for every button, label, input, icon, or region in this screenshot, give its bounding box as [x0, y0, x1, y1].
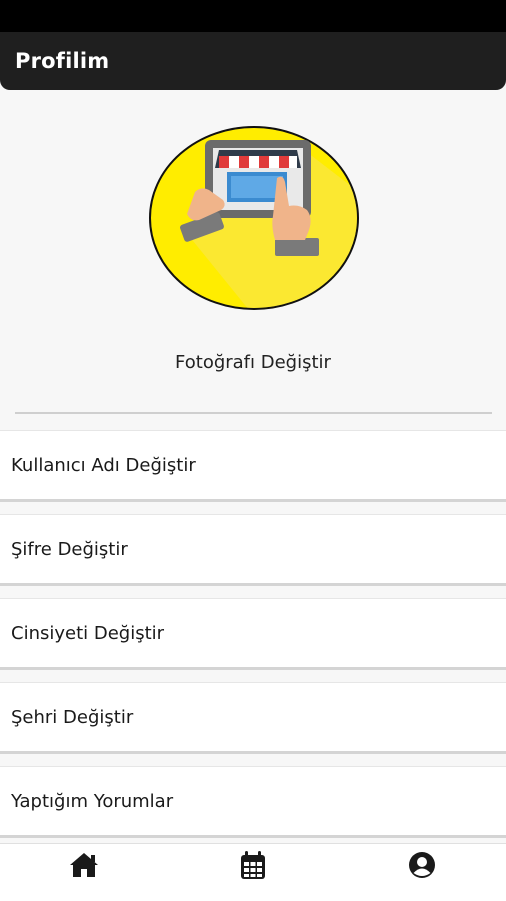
status-bar [0, 0, 506, 32]
profile-avatar[interactable] [149, 126, 359, 310]
home-icon [70, 852, 99, 877]
menu-item-label: Kullanıcı Adı Değiştir [11, 454, 196, 476]
change-photo-button[interactable]: Fotoğrafı Değiştir [0, 352, 506, 373]
divider [15, 412, 492, 414]
menu-item-change-username[interactable]: Kullanıcı Adı Değiştir [0, 430, 506, 502]
menu-item-my-comments[interactable]: Yaptığım Yorumlar [0, 766, 506, 838]
nav-profile-button[interactable] [337, 844, 506, 901]
menu-item-label: Şifre Değiştir [11, 538, 128, 560]
menu-item-change-city[interactable]: Şehri Değiştir [0, 682, 506, 754]
online-shop-icon [149, 126, 359, 310]
menu-item-change-password[interactable]: Şifre Değiştir [0, 514, 506, 586]
menu-item-label: Cinsiyeti Değiştir [11, 622, 165, 644]
menu-item-change-gender[interactable]: Cinsiyeti Değiştir [0, 598, 506, 670]
nav-calendar-button[interactable] [169, 844, 338, 901]
calendar-icon [241, 850, 265, 879]
user-circle-icon [408, 851, 435, 878]
menu-item-label: Şehri Değiştir [11, 706, 134, 728]
bottom-navigation [0, 843, 506, 901]
settings-menu: Kullanıcı Adı Değiştir Şifre Değiştir Ci… [0, 430, 506, 850]
page-title: Profilim [15, 49, 110, 73]
menu-item-label: Yaptığım Yorumlar [11, 790, 174, 812]
app-bar: Profilim [0, 32, 506, 90]
nav-home-button[interactable] [0, 844, 169, 901]
